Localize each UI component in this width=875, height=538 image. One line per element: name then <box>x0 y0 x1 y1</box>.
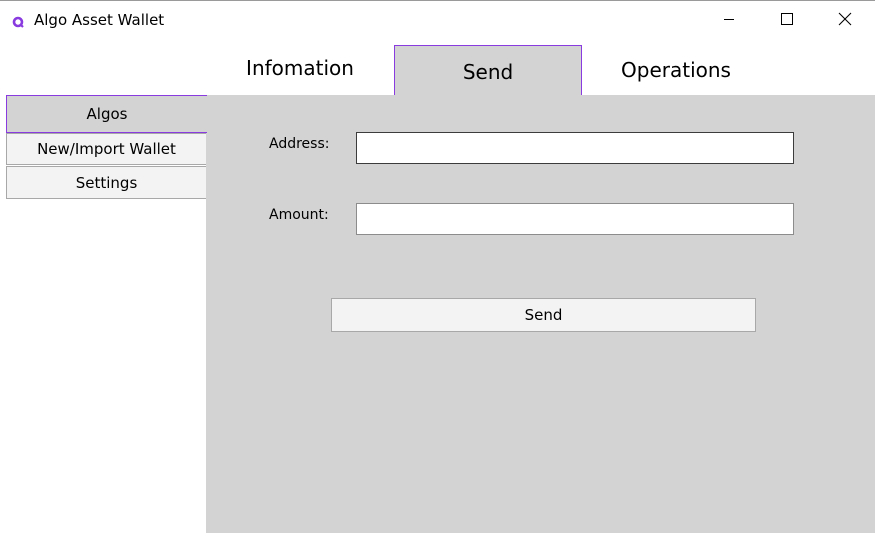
sidebar-item-new-import-wallet[interactable]: New/Import Wallet <box>6 133 206 165</box>
amount-label: Amount: <box>269 207 329 223</box>
app-window: Algo Asset Wallet Infomation Send Operat… <box>0 0 875 538</box>
sidebar-item-settings[interactable]: Settings <box>6 166 206 199</box>
minimize-icon <box>724 19 734 20</box>
sidebar-item-algos[interactable]: Algos <box>6 95 207 133</box>
amount-input[interactable] <box>356 203 794 235</box>
send-button[interactable]: Send <box>331 298 756 332</box>
tab-operations[interactable]: Operations <box>582 45 770 95</box>
close-icon <box>838 12 852 26</box>
maximize-icon <box>781 13 793 25</box>
address-input[interactable] <box>356 132 794 164</box>
app-logo-icon <box>12 13 24 28</box>
window-title: Algo Asset Wallet <box>34 11 165 29</box>
minimize-button[interactable] <box>700 1 758 37</box>
maximize-button[interactable] <box>758 1 816 37</box>
title-bar: Algo Asset Wallet <box>0 1 875 39</box>
close-button[interactable] <box>816 1 874 37</box>
tab-information[interactable]: Infomation <box>206 45 394 95</box>
tab-send[interactable]: Send <box>394 45 582 95</box>
address-label: Address: <box>269 136 330 152</box>
